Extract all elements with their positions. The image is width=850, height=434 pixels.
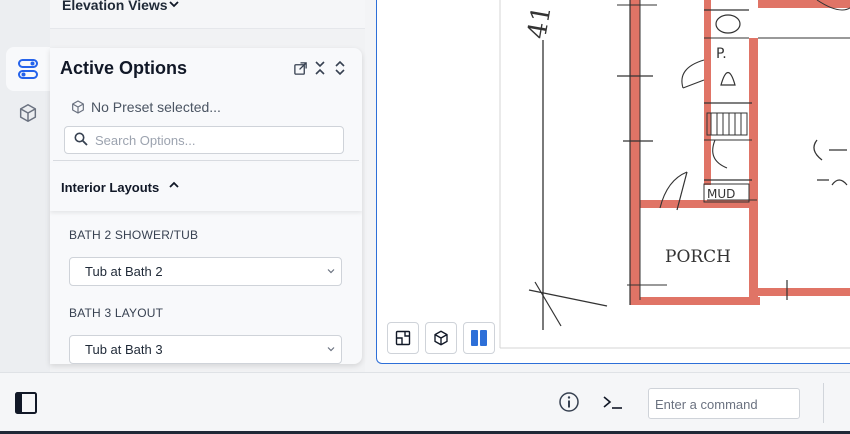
bath2-shower-tub-select[interactable]: Tub at Bath 2 [69, 257, 342, 286]
split-view-icon [471, 330, 487, 346]
drawing-label: PORCH [665, 247, 731, 267]
divider [50, 28, 365, 29]
preset-status: No Preset selected... [70, 99, 221, 115]
expand-icon [335, 60, 345, 76]
terminal-icon [603, 396, 622, 409]
cube-icon [19, 104, 37, 122]
divider [823, 383, 824, 423]
3d-view-button[interactable] [425, 322, 457, 354]
select-value: Tub at Bath 3 [85, 342, 163, 357]
bath3-layout-select[interactable]: Tub at Bath 3 [69, 335, 342, 364]
search-options-input[interactable] [93, 130, 337, 150]
popout-icon [293, 61, 307, 75]
chevron-down-icon [169, 1, 179, 8]
info-icon [559, 392, 579, 412]
divider [53, 160, 359, 161]
floor-plan-sketch: 41 P. MUD PORCH [499, 0, 850, 349]
popout-button[interactable] [292, 60, 308, 76]
floor-plan-view-button[interactable] [387, 322, 419, 354]
search-options-field[interactable] [64, 126, 344, 154]
terminal-button[interactable] [602, 393, 624, 416]
left-rail [0, 0, 51, 372]
bottom-bar [0, 372, 850, 434]
command-field[interactable] [648, 388, 800, 419]
interior-layouts-title: Interior Layouts [61, 180, 160, 195]
collapse-icon [315, 61, 325, 75]
model-rail-button[interactable] [6, 91, 50, 135]
chevron-down-icon [327, 347, 335, 352]
expand-all-button[interactable] [332, 60, 348, 76]
elevation-views-title: Elevation Views [62, 0, 168, 13]
active-options-title: Active Options [60, 58, 188, 78]
split-view-button[interactable] [463, 322, 495, 354]
preset-status-text: No Preset selected... [91, 99, 221, 115]
drawing-label: MUD [707, 187, 735, 201]
active-options-rail-button[interactable] [6, 47, 50, 91]
elevation-views-header[interactable]: Elevation Views [50, 0, 365, 28]
interior-layouts-header[interactable]: Interior Layouts [50, 163, 362, 211]
drawing-canvas[interactable]: 41 P. MUD PORCH [376, 0, 850, 364]
info-button[interactable] [558, 391, 580, 418]
collapse-all-button[interactable] [312, 60, 328, 76]
active-options-card: Active Options No Preset selected... Int… [50, 48, 362, 364]
command-input[interactable] [653, 394, 797, 414]
option-label: BATH 3 LAYOUT [69, 306, 164, 320]
drawing-label: P. [716, 46, 727, 62]
3d-view-icon [434, 330, 448, 346]
floor-plan-view-icon [395, 330, 411, 346]
toggle-sidebar-button[interactable] [14, 391, 38, 420]
toggle-options-icon [18, 59, 38, 79]
chevron-up-icon [169, 181, 179, 188]
sidebar-toggle-icon [15, 392, 37, 414]
search-icon [74, 132, 88, 146]
svg-text:41: 41 [522, 3, 557, 41]
chevron-down-icon [327, 269, 335, 274]
select-value: Tub at Bath 2 [85, 264, 163, 279]
option-label: BATH 2 SHOWER/TUB [69, 228, 199, 242]
cube-icon [72, 100, 84, 114]
